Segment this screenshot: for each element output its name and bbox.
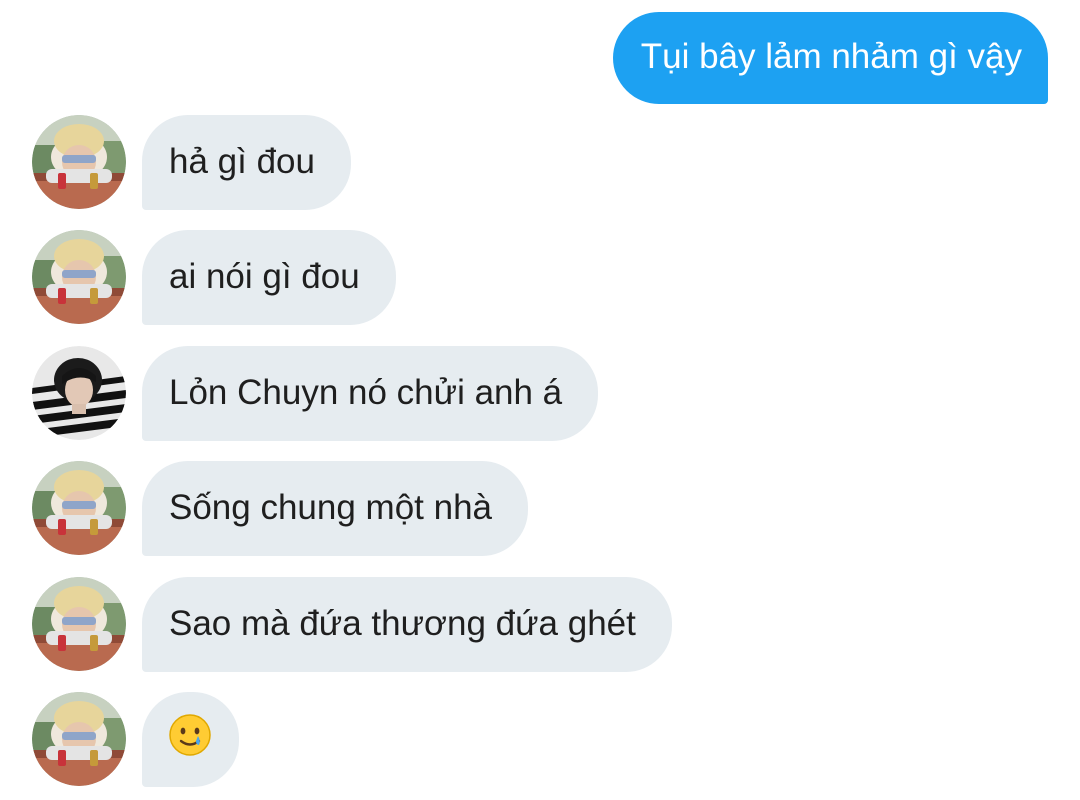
incoming-message-bubble[interactable]: hả gì đou [142,115,351,210]
message-text: ai nói gì đou [169,257,360,296]
message-text: Tụi bây lảm nhảm gì vậy [640,37,1022,76]
message-text: Lỏn Chuyn nó chửi anh á [169,373,563,412]
dark-hair-user-avatar-icon [32,346,126,440]
outgoing-message-bubble[interactable]: Tụi bây lảm nhảm gì vậy [612,12,1048,104]
message-text: Sống chung một nhà [169,488,493,527]
conversation-view: Tụi bây lảm nhảm gì vậy hả gì đou ai nói… [0,0,1080,800]
avatar-blonde-user[interactable] [32,115,126,209]
incoming-emoji-bubble[interactable] [142,692,239,787]
blonde-user-avatar-icon [32,115,126,209]
message-text: hả gì đou [169,142,315,181]
incoming-message-bubble[interactable]: Sao mà đứa thương đứa ghét [142,577,672,672]
blonde-user-avatar-icon [32,230,126,324]
blonde-user-avatar-icon [32,692,126,786]
incoming-message-bubble[interactable]: Lỏn Chuyn nó chửi anh á [142,346,599,441]
incoming-message-bubble[interactable]: ai nói gì đou [142,230,396,325]
incoming-message-bubble[interactable]: Sống chung một nhà [142,461,529,556]
avatar-blonde-user[interactable] [32,461,126,555]
blonde-user-avatar-icon [32,577,126,671]
avatar-blonde-user[interactable] [32,692,126,786]
avatar-dark-hair-user[interactable] [32,346,126,440]
avatar-blonde-user[interactable] [32,230,126,324]
smiling-face-with-tear-icon [169,714,211,756]
avatar-blonde-user[interactable] [32,577,126,671]
blonde-user-avatar-icon [32,461,126,555]
message-text: Sao mà đứa thương đứa ghét [169,604,636,643]
